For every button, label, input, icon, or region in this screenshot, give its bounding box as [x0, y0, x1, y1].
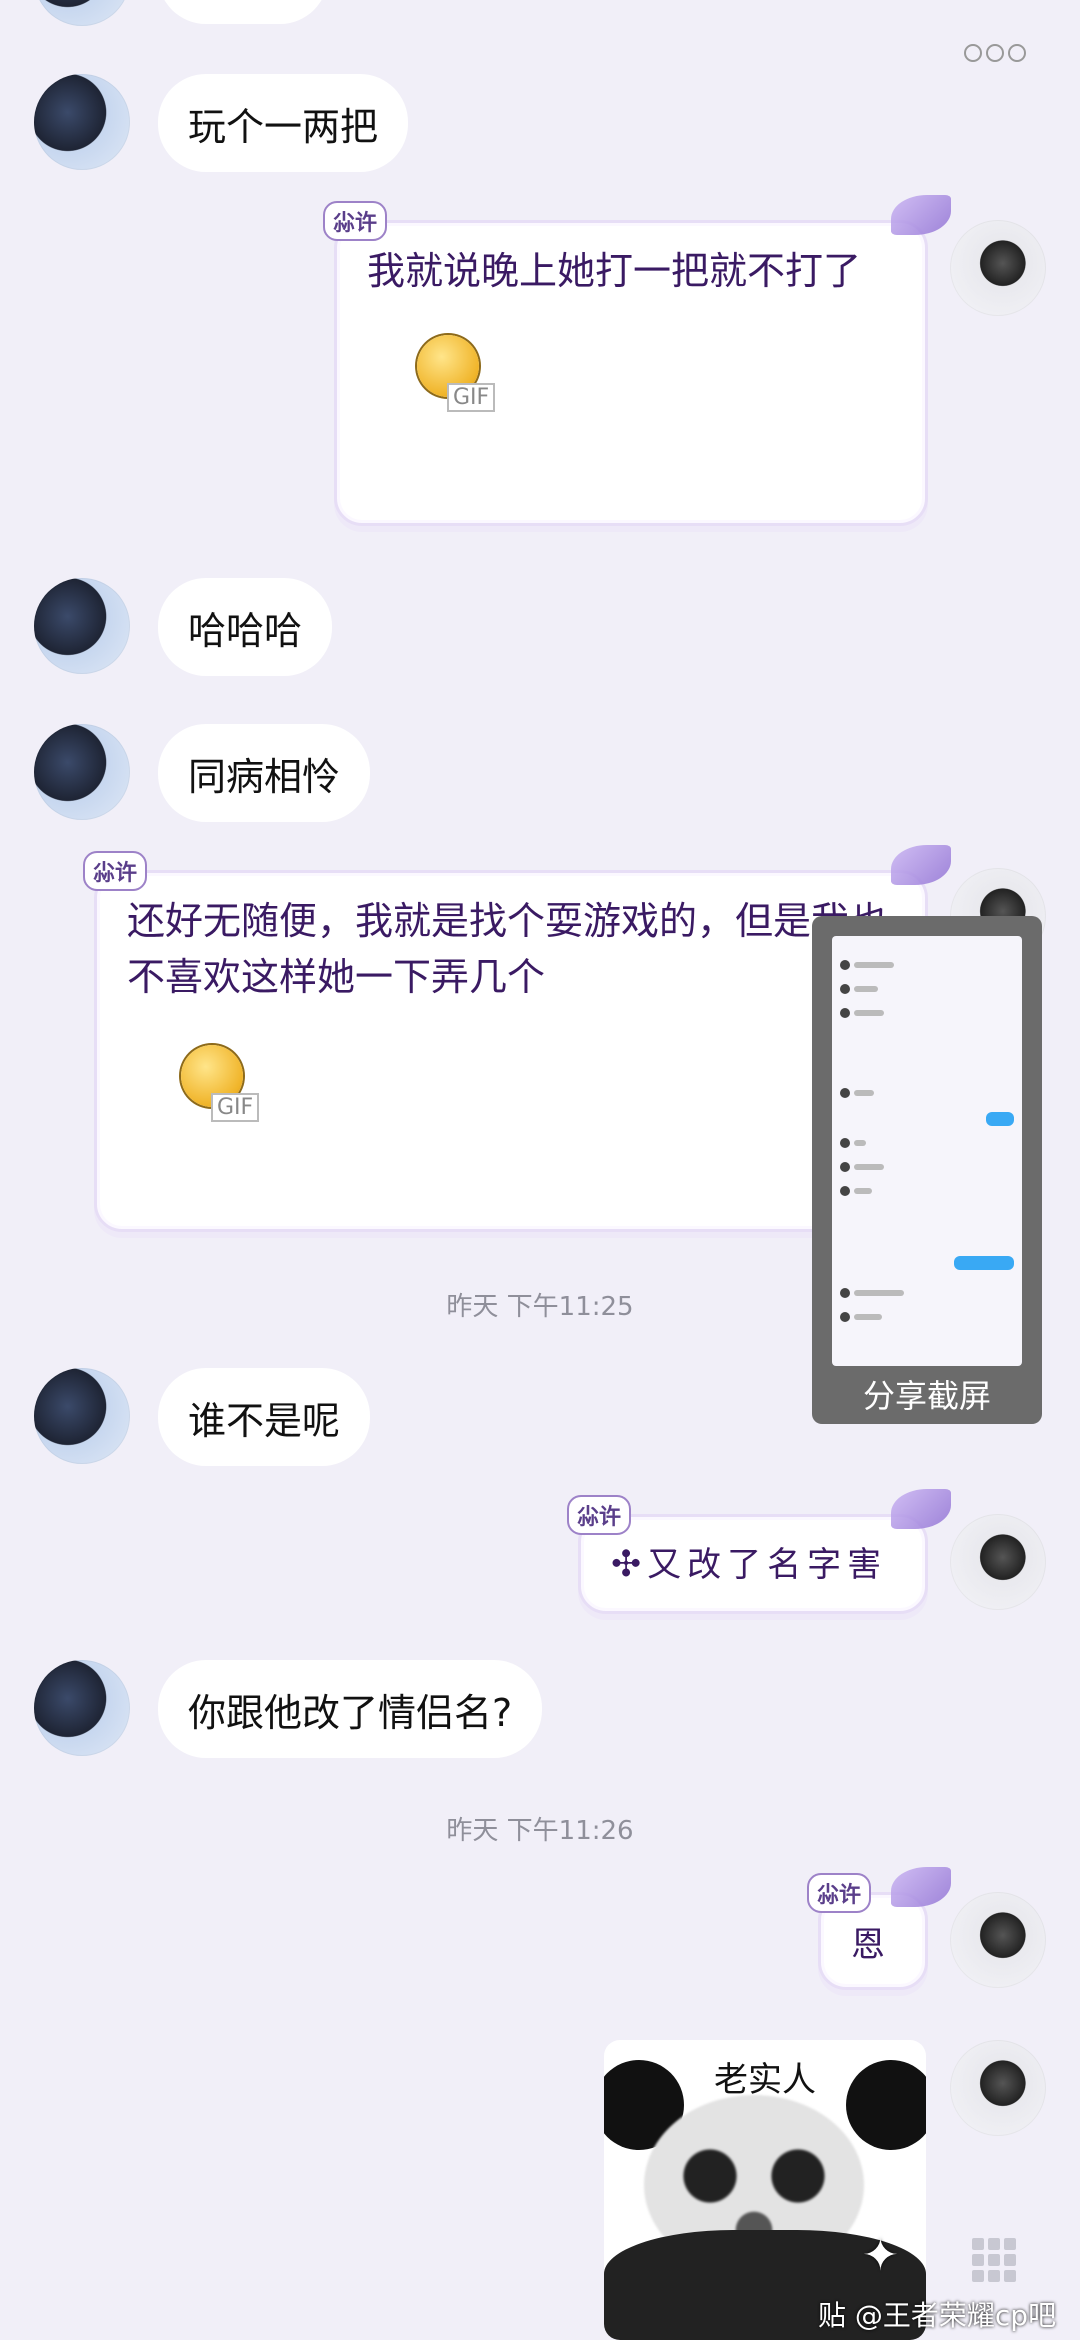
avatar[interactable]	[950, 220, 1046, 316]
message-text: 哈哈哈	[188, 608, 303, 653]
message-bubble[interactable]: 你跟他改了情侣名?	[158, 1660, 543, 1758]
more-dots-icon[interactable]	[964, 44, 1026, 62]
message-text: 还好无随便，我就是找个耍游戏的，但是我也不喜欢这样她一下弄几个	[127, 899, 888, 999]
message-text: 你跟他改了情侣名?	[188, 1690, 513, 1735]
message-bubble[interactable]: 尛许 我就说晚上她打一把就不打了 GIF	[323, 195, 951, 526]
avatar[interactable]	[34, 74, 130, 170]
vip-tag: 尛许	[323, 201, 388, 241]
avatar[interactable]	[950, 1892, 1046, 1988]
avatar[interactable]	[950, 1514, 1046, 1610]
avatar[interactable]	[950, 2040, 1046, 2136]
message-text: 玩个一两把	[188, 104, 379, 149]
message-bubble[interactable]: 哈哈哈	[158, 578, 333, 676]
grid-menu-icon[interactable]	[972, 2238, 1016, 2282]
watermark: 贴 @王者荣耀cp吧	[818, 2299, 1057, 2332]
gif-label: GIF	[211, 1093, 260, 1122]
message-bubble[interactable]: 同病相怜	[158, 724, 371, 822]
timestamp: 昨天 下午11:26	[446, 1816, 634, 1846]
message-bubble[interactable]: 尛许 还好无随便，我就是找个耍游戏的，但是我也不喜欢这样她一下弄几个 GIF	[83, 845, 951, 1232]
avatar[interactable]	[34, 578, 130, 674]
wing-icon	[891, 1489, 951, 1529]
gif-sticker-icon[interactable]: GIF	[407, 313, 496, 413]
message-bubble[interactable]: 尛许 ✣又改了名字害	[567, 1489, 951, 1614]
vip-tag: 尛许	[567, 1495, 632, 1535]
gif-sticker-icon[interactable]: GIF	[171, 1023, 260, 1123]
avatar[interactable]	[34, 1660, 130, 1756]
vip-tag: 尛许	[83, 851, 148, 891]
wing-icon	[891, 845, 951, 885]
message-text: ✣又改了名字害	[611, 1544, 888, 1585]
message-text: 恩	[851, 1925, 885, 1965]
anger-icon: ✣	[611, 1544, 648, 1585]
magic-wand-icon[interactable]: ✦	[862, 2230, 899, 2281]
screenshot-thumbnail[interactable]	[832, 936, 1022, 1366]
avatar[interactable]	[34, 1368, 130, 1464]
share-screenshot-label[interactable]: 分享截屏	[812, 1371, 1042, 1417]
share-screenshot-panel[interactable]: 分享截屏	[812, 916, 1042, 1424]
message-bubble[interactable]: 谁不是呢	[158, 1368, 371, 1466]
message-text: 我就说晚上她打一把就不打了	[367, 249, 862, 293]
message-text: 谁不是呢	[188, 1398, 341, 1443]
gif-label: GIF	[447, 383, 496, 412]
message-bubble-partial	[158, 0, 328, 24]
vip-tag: 尛许	[807, 1873, 872, 1913]
wing-icon	[891, 195, 951, 235]
message-bubble[interactable]: 玩个一两把	[158, 74, 409, 172]
avatar[interactable]	[34, 724, 130, 820]
message-text: 同病相怜	[188, 754, 341, 799]
sticker-caption: 老实人	[714, 2060, 816, 2100]
avatar[interactable]	[34, 0, 130, 26]
wing-icon	[891, 1867, 951, 1907]
message-bubble[interactable]: 尛许 恩	[807, 1867, 951, 1990]
